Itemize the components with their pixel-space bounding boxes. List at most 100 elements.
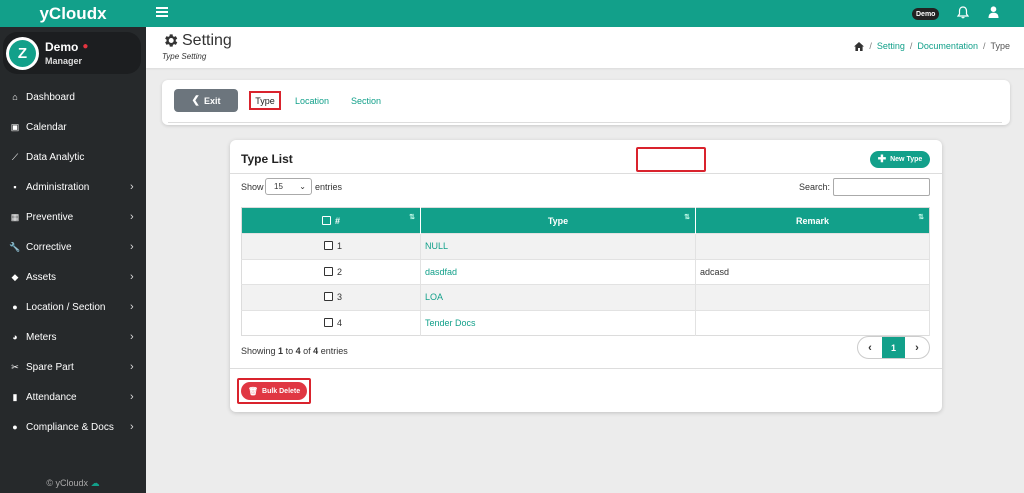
sidebar-item-assets[interactable]: ◆ Assets › bbox=[0, 262, 146, 292]
sidebar-item-label: Meters bbox=[26, 331, 57, 343]
cell-type: dasdfad bbox=[420, 258, 696, 285]
bulk-delete-button[interactable]: 🗑 Bulk Delete bbox=[241, 382, 307, 400]
exit-label: Exit bbox=[203, 95, 221, 106]
previous-page-icon[interactable]: ‹ bbox=[858, 337, 882, 358]
table-row[interactable]: 2 dasdfad adcasd bbox=[241, 258, 930, 285]
sidebar-item-corrective[interactable]: 🔧 Corrective › bbox=[0, 232, 146, 262]
cell-number: 1 bbox=[241, 233, 421, 259]
divider bbox=[230, 368, 942, 369]
column-number[interactable]: # ⇅ bbox=[241, 207, 421, 234]
row-checkbox[interactable] bbox=[323, 317, 333, 327]
sort-icon[interactable]: ⇅ bbox=[684, 213, 690, 221]
sidebar-item-label: Preventive bbox=[26, 211, 74, 223]
brand-logo[interactable]: yCloudx bbox=[0, 0, 146, 27]
exit-button[interactable]: ❮ Exit bbox=[174, 89, 238, 112]
home-icon: ⌂ bbox=[12, 92, 18, 102]
chevron-right-icon: › bbox=[130, 391, 134, 403]
menu-toggle-icon[interactable] bbox=[156, 6, 168, 18]
type-link[interactable]: Tender Docs bbox=[425, 318, 476, 328]
new-type-label: New Type bbox=[890, 156, 923, 163]
demo-badge[interactable]: Demo bbox=[912, 8, 940, 20]
user-panel[interactable]: Z Demo ● Manager bbox=[3, 32, 141, 74]
page-subtitle: Type Setting bbox=[162, 52, 207, 61]
bell-icon[interactable] bbox=[957, 6, 969, 19]
sidebar-item-preventive[interactable]: ▦ Preventive › bbox=[0, 202, 146, 232]
calendar-grid-icon: ▦ bbox=[10, 211, 20, 222]
user-role: Manager bbox=[45, 56, 83, 66]
table-row[interactable]: 1 NULL bbox=[241, 233, 930, 259]
sidebar-item-label: Compliance & Docs bbox=[26, 421, 114, 433]
sort-icon[interactable]: ⇅ bbox=[918, 213, 924, 221]
chevron-right-icon: › bbox=[130, 181, 134, 193]
type-list-card: Type List ✚ New Type Show 15 ⌄ entries Sea… bbox=[230, 140, 942, 412]
cell-type: LOA bbox=[420, 284, 696, 310]
row-number: 4 bbox=[336, 317, 342, 328]
user-icon[interactable] bbox=[988, 6, 999, 18]
sidebar-item-location-section[interactable]: ● Location / Section › bbox=[0, 292, 146, 322]
sidebar-item-label: Location / Section bbox=[26, 301, 106, 313]
select-all-checkbox[interactable] bbox=[321, 215, 331, 225]
table-row[interactable]: 4 Tender Docs bbox=[241, 309, 930, 336]
tab-section[interactable]: Section bbox=[348, 91, 384, 110]
new-type-button[interactable]: ✚ New Type bbox=[870, 151, 930, 168]
cell-number: 3 bbox=[241, 284, 421, 310]
show-label: Show bbox=[241, 182, 264, 192]
sidebar-item-administration[interactable]: ▪ Administration › bbox=[0, 172, 146, 202]
tab-type[interactable]: Type bbox=[249, 91, 281, 110]
sidebar-item-compliance-docs[interactable]: ● Compliance & Docs › bbox=[0, 412, 146, 442]
showing-total: 4 bbox=[313, 346, 319, 356]
sidebar-item-label: Corrective bbox=[26, 241, 72, 253]
sort-icon[interactable]: ⇅ bbox=[409, 213, 415, 221]
tab-location[interactable]: Location bbox=[292, 91, 332, 110]
row-number: 3 bbox=[336, 292, 342, 303]
type-link[interactable]: dasdfad bbox=[425, 267, 457, 277]
page-button-current[interactable]: 1 bbox=[882, 337, 905, 358]
type-link[interactable]: NULL bbox=[425, 241, 448, 251]
row-checkbox[interactable] bbox=[323, 292, 333, 302]
breadcrumb-setting[interactable]: Setting bbox=[877, 41, 905, 51]
sidebar-item-attendance[interactable]: ▮ Attendance › bbox=[0, 382, 146, 412]
sidebar-item-spare-part[interactable]: ✂ Spare Part › bbox=[0, 352, 146, 382]
cell-number: 2 bbox=[241, 258, 421, 285]
table-row[interactable]: 3 LOA bbox=[241, 284, 930, 310]
chevron-left-icon: ❮ bbox=[191, 95, 200, 106]
column-type[interactable]: Type ⇅ bbox=[420, 207, 696, 234]
cell-remark bbox=[695, 233, 930, 259]
home-icon[interactable] bbox=[854, 41, 865, 51]
next-page-icon[interactable]: › bbox=[905, 337, 929, 358]
plus-icon: ✚ bbox=[877, 154, 887, 165]
cell-number: 4 bbox=[241, 309, 421, 336]
tabs-underline bbox=[168, 122, 1002, 123]
sidebar-item-label: Spare Part bbox=[26, 361, 74, 373]
sidebar-item-calendar[interactable]: ▣ Calendar bbox=[0, 112, 146, 142]
sidebar-footer: © yCloudx ☁ bbox=[0, 478, 146, 489]
showing-suffix: entries bbox=[320, 346, 348, 356]
showing-from: 1 bbox=[278, 346, 284, 356]
sidebar-item-data-analytic[interactable]: ⟋ Data Analytic bbox=[0, 142, 146, 172]
column-remark[interactable]: Remark ⇅ bbox=[695, 207, 930, 234]
search-input[interactable] bbox=[833, 178, 930, 196]
breadcrumb-separator: / bbox=[869, 41, 872, 51]
online-status-dot: ● bbox=[82, 41, 89, 52]
row-checkbox[interactable] bbox=[323, 266, 333, 276]
breadcrumb-separator: / bbox=[982, 41, 986, 51]
chevron-right-icon: › bbox=[130, 241, 134, 253]
type-link[interactable]: LOA bbox=[425, 292, 443, 302]
sidebar-item-meters[interactable]: ◕ Meters › bbox=[0, 322, 146, 352]
breadcrumb-documentation[interactable]: Documentation bbox=[917, 41, 978, 51]
chevron-right-icon: › bbox=[130, 301, 134, 313]
entries-length-select[interactable]: 15 ⌄ bbox=[265, 178, 312, 195]
cloud-icon: ☁ bbox=[90, 478, 100, 488]
pagination: ‹ 1 › bbox=[857, 336, 930, 359]
chevron-right-icon: › bbox=[130, 211, 134, 223]
column-header: Type bbox=[547, 215, 569, 226]
cell-remark bbox=[695, 309, 930, 336]
circle-icon: ● bbox=[12, 422, 18, 432]
footer-text: © yCloudx bbox=[46, 478, 89, 488]
sidebar-item-dashboard[interactable]: ⌂ Dashboard bbox=[0, 82, 146, 112]
book-icon: ▮ bbox=[12, 391, 18, 402]
id-card-icon: ▪ bbox=[13, 182, 17, 192]
sidebar-item-label: Attendance bbox=[26, 391, 77, 403]
table-body: 1 NULL 2 dasdfad adcasd 3 LOA 4 Tender Docs bbox=[241, 233, 930, 336]
row-checkbox[interactable] bbox=[323, 241, 333, 251]
